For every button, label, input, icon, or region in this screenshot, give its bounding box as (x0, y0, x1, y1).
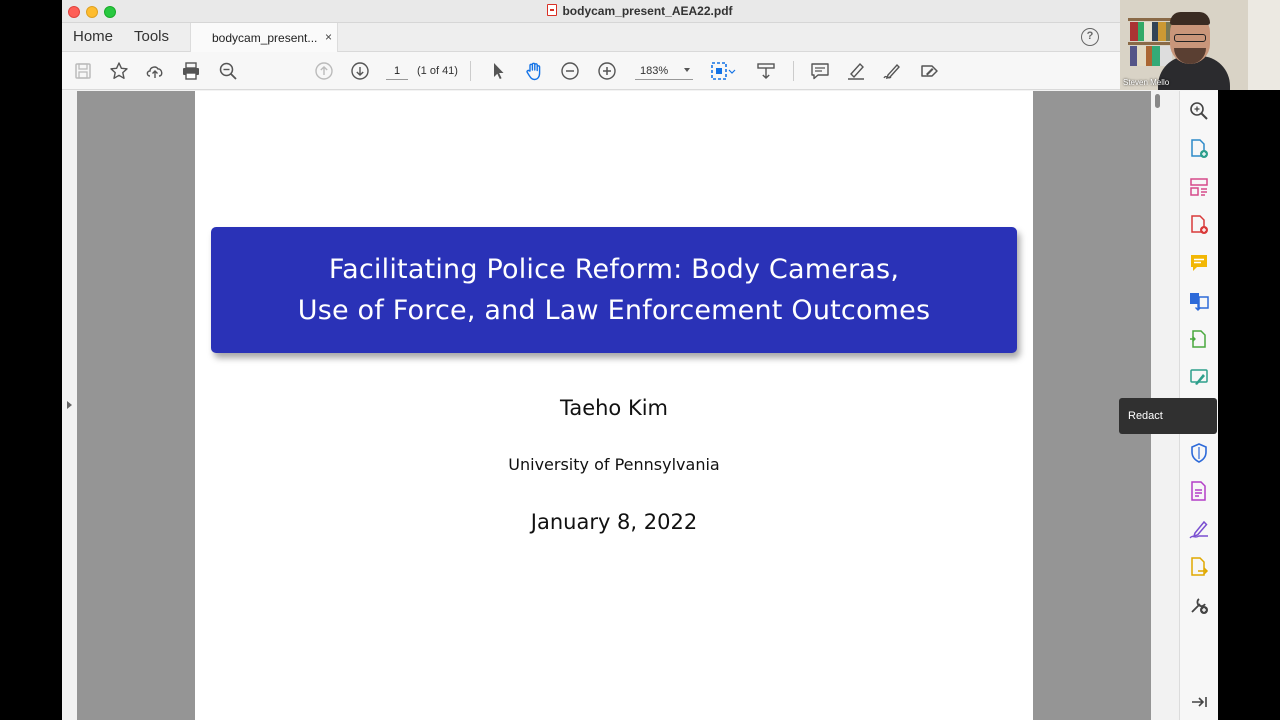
page-number-input[interactable]: 1 (386, 62, 408, 80)
books (1130, 46, 1172, 66)
scrollbar-thumb[interactable] (1155, 94, 1160, 108)
organize-pages-icon[interactable] (1188, 176, 1210, 198)
send-for-review-icon[interactable] (1188, 556, 1210, 578)
books (1130, 22, 1172, 41)
compress-icon[interactable] (1188, 328, 1210, 350)
slide-author: Taeho Kim (559, 396, 669, 420)
more-tools-icon[interactable] (1188, 594, 1210, 616)
combine-files-icon[interactable] (1188, 290, 1210, 312)
participant-name: Steven Mello (1123, 78, 1170, 87)
fill-form-icon[interactable] (1188, 480, 1210, 502)
previous-page-icon[interactable] (314, 61, 334, 81)
redact-tooltip: Redact (1119, 398, 1217, 434)
zoom-level-select[interactable]: 183% (635, 62, 693, 80)
tab-home[interactable]: Home (73, 28, 113, 45)
tab-document[interactable]: bodycam_present... × (190, 23, 338, 52)
export-pdf-icon[interactable] (1188, 214, 1210, 236)
create-pdf-icon[interactable] (1188, 138, 1210, 160)
hand-tool-icon[interactable] (524, 61, 544, 81)
window-title: bodycam_present_AEA22.pdf (62, 4, 1218, 18)
sign-icon[interactable] (882, 61, 902, 81)
comment-icon[interactable] (1188, 252, 1210, 274)
zoom-level-value: 183% (640, 65, 669, 77)
title-bar: bodycam_present_AEA22.pdf (62, 0, 1218, 23)
toolbar: 1 (1 of 41) 183% (62, 52, 1218, 90)
tooltip-text: Redact (1128, 410, 1163, 422)
slide-institution: University of Pennsylvania (508, 455, 720, 474)
collapse-panel-icon[interactable] (1188, 691, 1210, 713)
upload-cloud-icon[interactable] (145, 61, 165, 81)
screen: bodycam_present_AEA22.pdf Home Tools bod… (0, 0, 1280, 720)
comment-icon[interactable] (810, 61, 830, 81)
protect-icon[interactable] (1188, 442, 1210, 464)
zoom-in-icon[interactable] (597, 61, 617, 81)
person-hair (1170, 12, 1210, 25)
close-tab-button[interactable]: × (325, 30, 332, 44)
acrobat-window: bodycam_present_AEA22.pdf Home Tools bod… (62, 0, 1218, 720)
scroll-mode-icon[interactable] (756, 61, 776, 81)
window-light (1248, 0, 1280, 90)
next-page-icon[interactable] (350, 61, 370, 81)
edit-tag-icon[interactable] (919, 61, 939, 81)
left-panel-gutter (62, 91, 77, 720)
document-tab-label: bodycam_present... (212, 31, 318, 45)
sign-icon[interactable] (1188, 518, 1210, 540)
print-icon[interactable] (181, 61, 201, 81)
webcam-video-feed: Steven Mello (1120, 0, 1280, 90)
highlight-icon[interactable] (846, 61, 866, 81)
select-arrow-icon[interactable] (488, 61, 508, 81)
search-zoom-icon[interactable] (1188, 100, 1210, 122)
slide-title-line-2: Use of Force, and Law Enforcement Outcom… (297, 295, 931, 326)
chevron-down-icon (684, 68, 690, 72)
slide-date: January 8, 2022 (530, 510, 698, 534)
bookmark-star-icon[interactable] (109, 61, 129, 81)
tab-tools[interactable]: Tools (134, 28, 169, 45)
window-title-text: bodycam_present_AEA22.pdf (562, 4, 733, 18)
page-count-label: (1 of 41) (417, 65, 458, 77)
person-glasses (1174, 34, 1206, 42)
zoom-out-search-icon[interactable] (218, 61, 238, 81)
edit-pdf-icon[interactable] (1188, 366, 1210, 388)
document-viewport[interactable]: Facilitating Police Reform: Body Cameras… (62, 91, 1179, 720)
fit-page-icon[interactable] (710, 61, 736, 81)
tab-bar: Home Tools bodycam_present... × ? (62, 23, 1218, 52)
pdf-page: Facilitating Police Reform: Body Cameras… (195, 91, 1033, 720)
save-icon[interactable] (73, 61, 93, 81)
zoom-out-icon[interactable] (560, 61, 580, 81)
help-icon[interactable]: ? (1081, 28, 1099, 46)
slide-title-line-1: Facilitating Police Reform: Body Cameras… (328, 254, 900, 285)
toolbar-divider (470, 61, 471, 81)
pdf-file-icon (547, 4, 558, 16)
slide-title-box: Facilitating Police Reform: Body Cameras… (211, 227, 1017, 353)
toolbar-divider (793, 61, 794, 81)
expand-left-panel-icon[interactable] (67, 401, 72, 409)
